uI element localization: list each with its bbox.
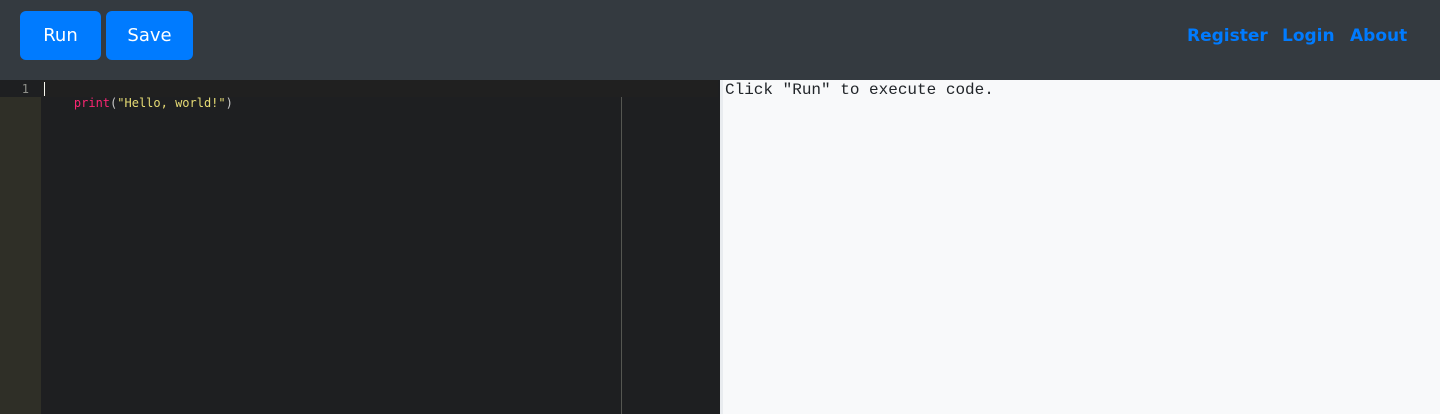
code-close-paren: )	[225, 96, 233, 110]
save-button[interactable]: Save	[106, 11, 193, 60]
code-line[interactable]: print("Hello, world!")	[45, 82, 233, 110]
login-link[interactable]: Login	[1282, 24, 1335, 48]
output-panel: Click "Run" to execute code.	[720, 80, 1440, 414]
print-margin-line	[621, 97, 622, 414]
line-number: 1	[21, 82, 29, 96]
about-link[interactable]: About	[1350, 24, 1407, 48]
code-function-token: print	[73, 96, 111, 110]
code-editor[interactable]: 1 print("Hello, world!")	[0, 80, 718, 414]
top-toolbar: Run Save Register Login About	[0, 0, 1440, 80]
register-link[interactable]: Register	[1187, 24, 1268, 48]
code-string-token: "Hello, world!"	[117, 96, 226, 110]
line-number-gutter: 1	[0, 80, 41, 414]
run-button[interactable]: Run	[20, 11, 101, 60]
output-text: Click "Run" to execute code.	[725, 81, 994, 99]
text-cursor	[44, 82, 45, 96]
